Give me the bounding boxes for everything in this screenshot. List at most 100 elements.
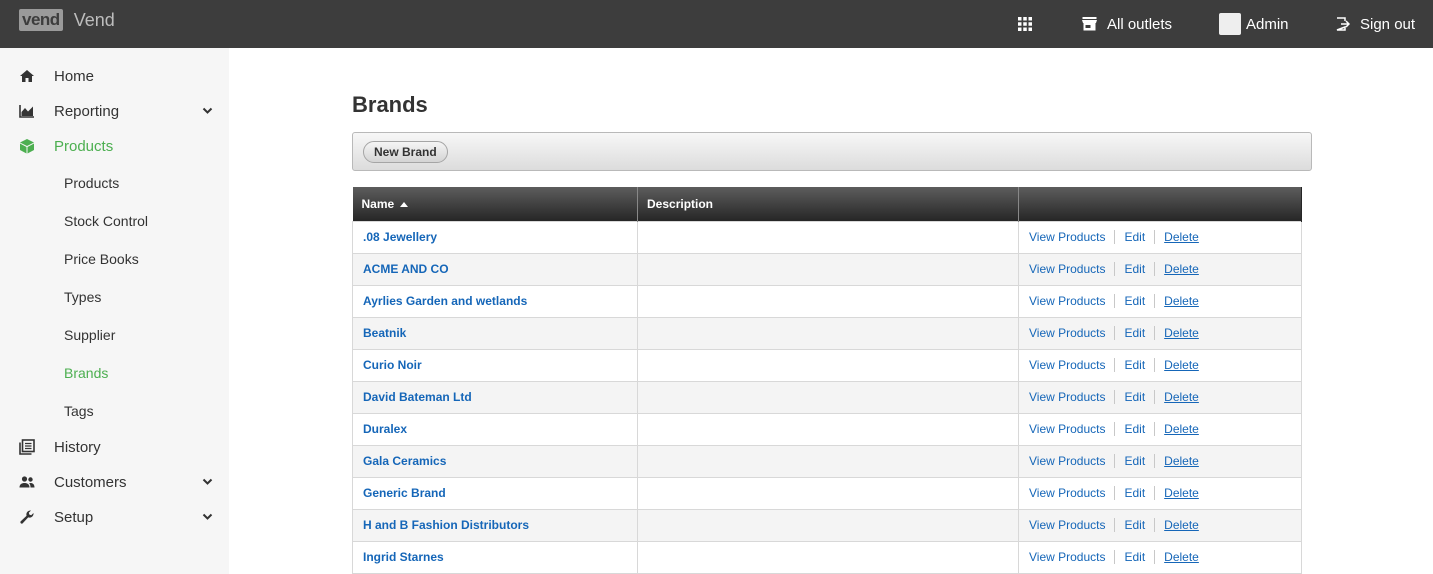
sidebar-item-customers[interactable]: Customers [0, 465, 229, 500]
apps-button[interactable] [1018, 0, 1032, 48]
edit-link[interactable]: Edit [1124, 422, 1145, 436]
view-products-link[interactable]: View Products [1029, 294, 1105, 308]
sidebar-item-setup[interactable]: Setup [0, 500, 229, 535]
brands-table: Name Description .08 Jewellery View Produ… [352, 187, 1302, 574]
edit-link[interactable]: Edit [1124, 294, 1145, 308]
sidebar-label-history: History [54, 439, 101, 456]
chart-icon [19, 105, 34, 118]
edit-link[interactable]: Edit [1124, 550, 1145, 564]
brand-name-link[interactable]: Gala Ceramics [363, 454, 446, 468]
view-products-link[interactable]: View Products [1029, 358, 1105, 372]
brand-description-cell [637, 444, 1019, 478]
brand-name-link[interactable]: Ayrlies Garden and wetlands [363, 294, 527, 308]
brand-actions-cell: View Products Edit Delete [1018, 252, 1302, 286]
edit-link[interactable]: Edit [1124, 230, 1145, 244]
sidebar-item-history[interactable]: History [0, 430, 229, 465]
delete-link[interactable]: Delete [1164, 422, 1199, 436]
brand-name-link[interactable]: Curio Noir [363, 358, 422, 372]
sidebar: Home Reporting Products Products Stock C… [0, 48, 229, 574]
brand-name-cell: Curio Noir [352, 348, 638, 382]
action-separator [1114, 518, 1116, 533]
sidebar-item-reporting[interactable]: Reporting [0, 94, 229, 129]
view-products-link[interactable]: View Products [1029, 518, 1105, 532]
sidebar-subitem-supplier[interactable]: Supplier [64, 326, 115, 344]
outlets-selector[interactable]: All outlets [1082, 0, 1172, 48]
brand-name-cell: .08 Jewellery [352, 220, 638, 254]
brand-name-link[interactable]: Ingrid Starnes [363, 550, 444, 564]
brand-name-cell: Ayrlies Garden and wetlands [352, 284, 638, 318]
brand-name-cell: H and B Fashion Distributors [352, 508, 638, 542]
view-products-link[interactable]: View Products [1029, 422, 1105, 436]
delete-link[interactable]: Delete [1164, 294, 1199, 308]
action-separator [1154, 358, 1156, 373]
column-header-name[interactable]: Name [352, 187, 638, 221]
edit-link[interactable]: Edit [1124, 358, 1145, 372]
sidebar-label-reporting: Reporting [54, 103, 120, 120]
app-name: Vend [73, 9, 115, 30]
delete-link[interactable]: Delete [1164, 262, 1199, 276]
view-products-link[interactable]: View Products [1029, 550, 1105, 564]
brand-name-link[interactable]: ACME AND CO [363, 262, 449, 276]
signout-button[interactable]: Sign out [1336, 0, 1415, 48]
action-separator [1114, 454, 1116, 469]
edit-link[interactable]: Edit [1124, 518, 1145, 532]
view-products-link[interactable]: View Products [1029, 326, 1105, 340]
sidebar-subitem-stock-control[interactable]: Stock Control [64, 212, 148, 230]
customers-icon [19, 476, 35, 488]
brand-name-link[interactable]: David Bateman Ltd [363, 390, 472, 404]
delete-link[interactable]: Delete [1164, 358, 1199, 372]
edit-link[interactable]: Edit [1124, 454, 1145, 468]
delete-link[interactable]: Delete [1164, 326, 1199, 340]
view-products-link[interactable]: View Products [1029, 486, 1105, 500]
view-products-link[interactable]: View Products [1029, 262, 1105, 276]
table-row: Beatnik View Products Edit Delete [352, 316, 1302, 350]
history-icon [19, 439, 35, 455]
brand-name-link[interactable]: Beatnik [363, 326, 406, 340]
sidebar-subitem-types[interactable]: Types [64, 288, 101, 306]
view-products-link[interactable]: View Products [1029, 454, 1105, 468]
sidebar-item-home[interactable]: Home [0, 59, 229, 94]
delete-link[interactable]: Delete [1164, 486, 1199, 500]
chevron-down-icon [202, 513, 213, 520]
brand-name-cell: ACME AND CO [352, 252, 638, 286]
brand-description-cell [637, 316, 1019, 350]
vend-logo[interactable]: vend Vend [19, 9, 115, 31]
delete-link[interactable]: Delete [1164, 230, 1199, 244]
brand-name-cell: Duralex [352, 412, 638, 446]
brand-name-link[interactable]: Generic Brand [363, 486, 446, 500]
user-menu[interactable]: Admin [1219, 0, 1289, 48]
edit-link[interactable]: Edit [1124, 390, 1145, 404]
table-row: ACME AND CO View Products Edit Delete [352, 252, 1302, 286]
new-brand-button[interactable]: New Brand [363, 141, 448, 163]
table-row: David Bateman Ltd View Products Edit Delete [352, 380, 1302, 414]
edit-link[interactable]: Edit [1124, 262, 1145, 276]
table-row: H and B Fashion Distributors View Product… [352, 508, 1302, 542]
delete-link[interactable]: Delete [1164, 390, 1199, 404]
action-separator [1154, 294, 1156, 309]
action-separator [1154, 518, 1156, 533]
home-icon [20, 70, 34, 82]
edit-link[interactable]: Edit [1124, 486, 1145, 500]
sidebar-label-setup: Setup [54, 509, 94, 526]
action-separator [1154, 486, 1156, 501]
brand-description-cell [637, 476, 1019, 510]
brand-actions-cell: View Products Edit Delete [1018, 380, 1302, 414]
sidebar-subitem-brands[interactable]: Brands [64, 364, 108, 382]
action-separator [1154, 262, 1156, 277]
view-products-link[interactable]: View Products [1029, 230, 1105, 244]
brand-name-link[interactable]: H and B Fashion Distributors [363, 518, 529, 532]
sidebar-subitem-price-books[interactable]: Price Books [64, 250, 139, 268]
view-products-link[interactable]: View Products [1029, 390, 1105, 404]
action-separator [1114, 230, 1116, 245]
edit-link[interactable]: Edit [1124, 326, 1145, 340]
delete-link[interactable]: Delete [1164, 454, 1199, 468]
sidebar-subitem-tags[interactable]: Tags [64, 402, 94, 420]
delete-link[interactable]: Delete [1164, 550, 1199, 564]
brand-name-link[interactable]: .08 Jewellery [363, 230, 437, 244]
brand-name-link[interactable]: Duralex [363, 422, 407, 436]
delete-link[interactable]: Delete [1164, 518, 1199, 532]
action-separator [1154, 230, 1156, 245]
action-separator [1154, 550, 1156, 565]
sidebar-item-products[interactable]: Products [0, 129, 229, 164]
sidebar-subitem-products[interactable]: Products [64, 174, 119, 192]
